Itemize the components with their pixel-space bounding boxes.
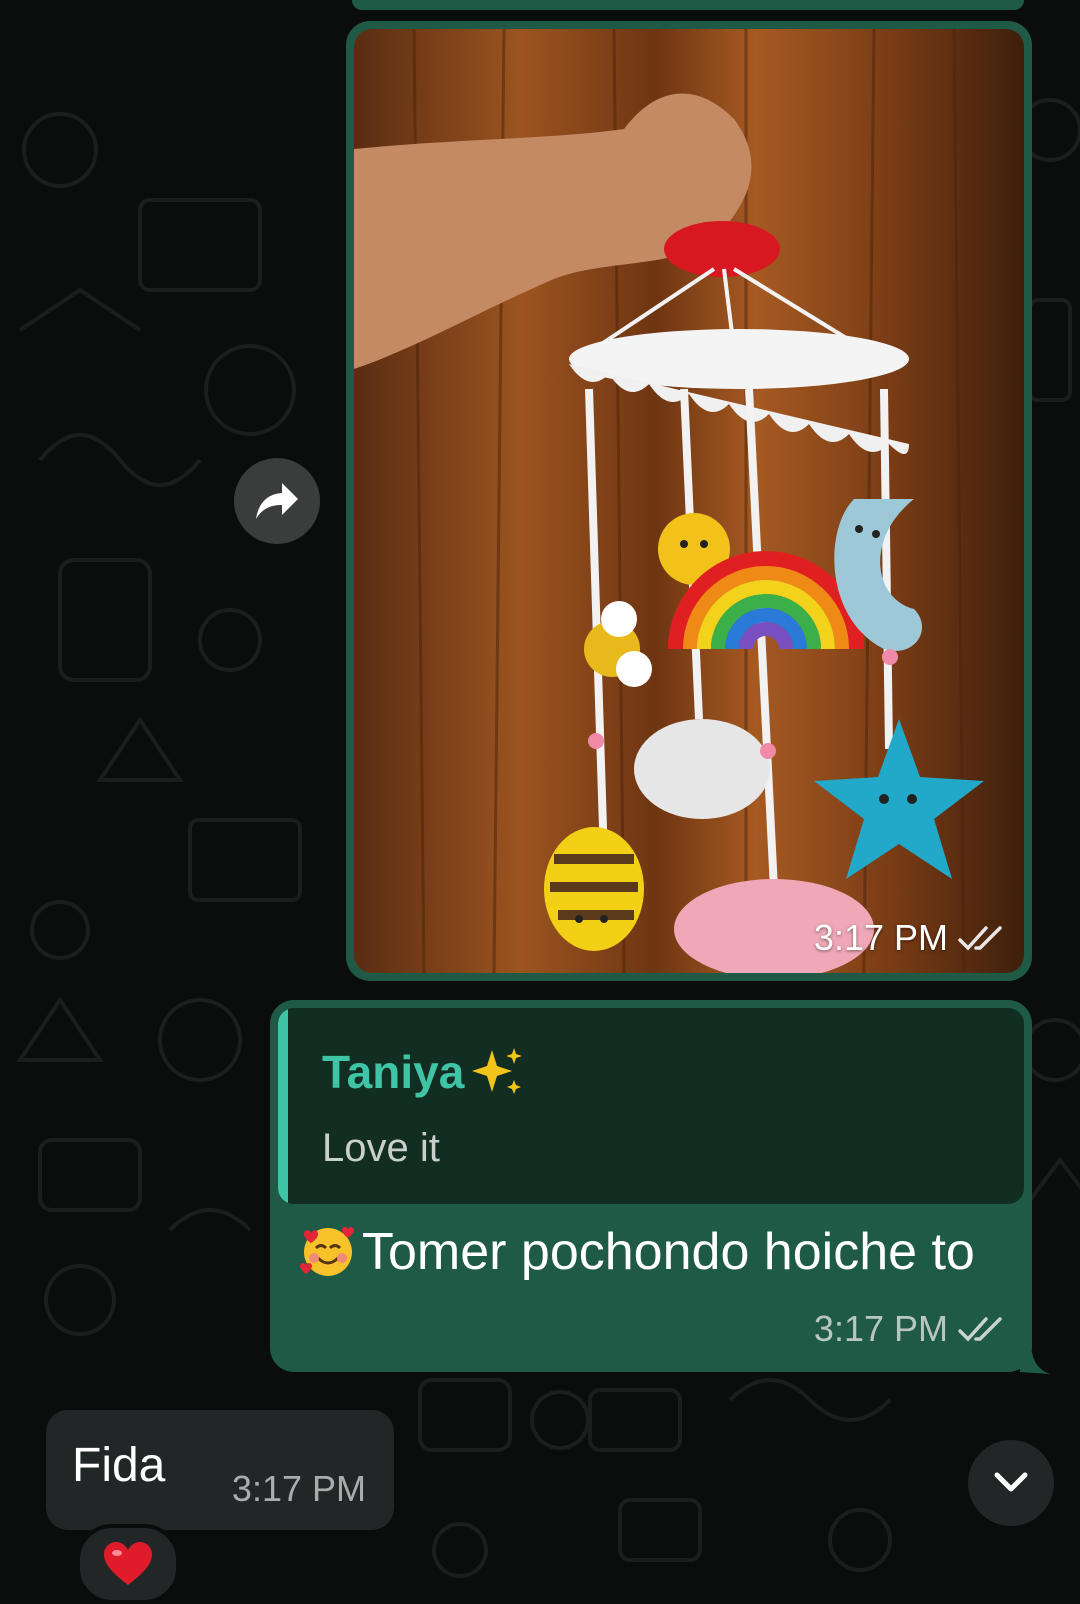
reply-message-text: Tomer pochondo hoiche to [298, 1222, 975, 1282]
reply-message-bubble[interactable]: Taniya Love it Tomer pochondo hoiche to … [270, 1000, 1032, 1372]
reply-message-timestamp: 3:17 PM [814, 1308, 1004, 1350]
incoming-message-timestamp: 3:17 PM [231, 1468, 366, 1509]
incoming-message-bubble[interactable]: Fida 3:17 PM [46, 1410, 394, 1530]
quote-accent-bar [278, 1008, 288, 1204]
sparkles-icon [472, 1048, 523, 1094]
smiling-face-with-hearts-icon [300, 1227, 354, 1276]
double-check-icon [958, 926, 1002, 951]
incoming-message-text: Fida [72, 1439, 166, 1492]
image-message-bubble[interactable]: 3:17 PM [346, 21, 1032, 981]
forward-arrow-icon [256, 483, 298, 519]
double-check-icon [958, 1317, 1002, 1342]
chevron-down-icon [994, 1472, 1028, 1492]
quoted-text: Love it [322, 1126, 440, 1170]
quoted-message[interactable]: Taniya Love it [278, 1008, 1024, 1204]
red-heart-icon [104, 1542, 152, 1585]
crochet-baby-mobile-photo[interactable] [354, 29, 1024, 973]
forward-button[interactable] [234, 458, 320, 544]
bubble-tail [1020, 1352, 1050, 1374]
previous-message-bubble-edge [352, 0, 1024, 10]
quoted-sender-name: Taniya [322, 1044, 526, 1100]
scroll-to-bottom-button[interactable] [968, 1440, 1054, 1526]
message-reaction[interactable] [76, 1524, 180, 1604]
image-message-timestamp: 3:17 PM [814, 917, 1004, 959]
